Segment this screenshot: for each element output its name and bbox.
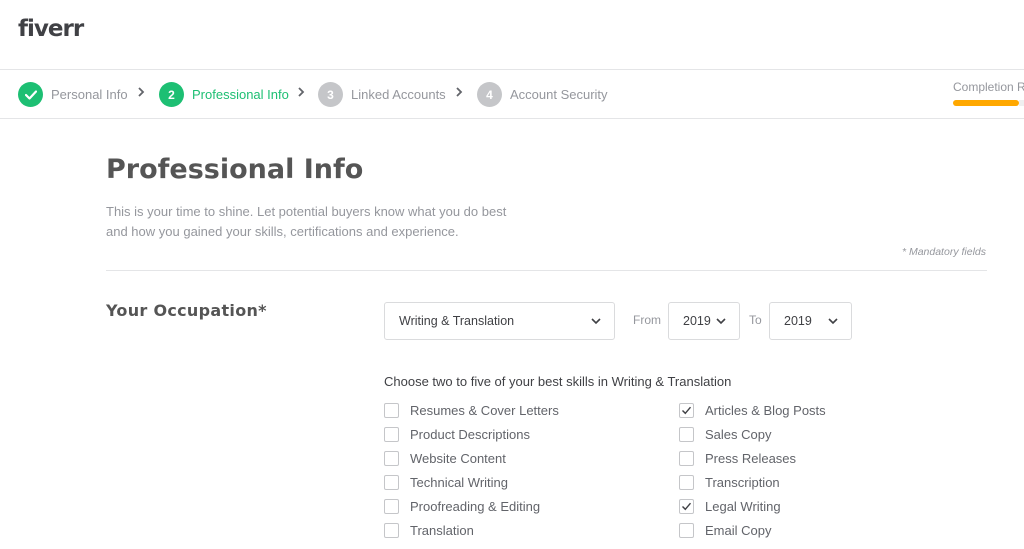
select-value: 2019	[683, 314, 711, 328]
description-line: and how you gained your skills, certific…	[106, 223, 459, 239]
skill-option[interactable]: Product Descriptions	[384, 426, 530, 442]
top-bar: fiverr	[0, 0, 1024, 70]
step-number: 3	[318, 82, 343, 107]
completion-rate-label: Completion R	[953, 80, 1024, 94]
step-label: Linked Accounts	[351, 87, 446, 102]
skill-label: Technical Writing	[410, 474, 509, 490]
step-number: 4	[477, 82, 502, 107]
skill-label: Translation	[410, 522, 474, 538]
skill-option[interactable]: Articles & Blog Posts	[679, 402, 826, 418]
skill-option[interactable]: Transcription	[679, 474, 780, 490]
skill-label: Proofreading & Editing	[410, 498, 541, 514]
skill-label: Email Copy	[705, 522, 772, 538]
progress-steps-bar: Personal Info 2 Professional Info 3 Link…	[0, 70, 1024, 119]
to-year-select[interactable]: 2019	[769, 302, 852, 340]
skills-instruction: Choose two to five of your best skills i…	[384, 374, 732, 389]
skill-checkbox[interactable]	[384, 402, 399, 418]
chevron-down-icon	[827, 315, 839, 327]
skill-label: Legal Writing	[705, 498, 781, 514]
select-value: 2019	[784, 314, 812, 328]
completion-progress-bar	[953, 100, 1024, 106]
skill-option[interactable]: Website Content	[384, 450, 506, 466]
skill-label: Press Releases	[705, 450, 797, 466]
chevron-right-icon	[137, 86, 147, 100]
from-label: From	[633, 313, 661, 327]
skill-checkbox[interactable]	[384, 522, 399, 538]
skill-checkbox[interactable]	[384, 450, 399, 466]
step-personal-info[interactable]: Personal Info	[18, 82, 128, 107]
occupation-category-select[interactable]: Writing & Translation	[384, 302, 615, 340]
skill-label: Resumes & Cover Letters	[410, 402, 559, 418]
skill-checkbox[interactable]	[384, 426, 399, 442]
skill-checkbox[interactable]	[679, 474, 694, 490]
skill-option[interactable]: Legal Writing	[679, 498, 781, 514]
description-line: This is your time to shine. Let potentia…	[106, 204, 507, 219]
skill-option[interactable]: Proofreading & Editing	[384, 498, 540, 514]
skill-checkbox[interactable]	[679, 522, 694, 538]
fiverr-logo[interactable]: fiverr	[18, 16, 84, 42]
skill-checkbox[interactable]	[384, 498, 399, 514]
skill-checkbox[interactable]	[679, 402, 694, 418]
mandatory-fields-note: * Mandatory fields	[901, 246, 986, 258]
from-year-select[interactable]: 2019	[668, 302, 740, 340]
step-label: Professional Info	[192, 87, 289, 102]
section-divider	[106, 270, 987, 271]
to-label: To	[749, 313, 762, 327]
occupation-label: Your Occupation*	[106, 301, 267, 320]
skill-checkbox[interactable]	[679, 450, 694, 466]
skill-label: Product Descriptions	[410, 426, 530, 442]
progress-track	[1019, 100, 1024, 106]
skill-option[interactable]: Technical Writing	[384, 474, 508, 490]
skill-option[interactable]: Sales Copy	[679, 426, 771, 442]
check-icon	[18, 82, 43, 107]
skill-option[interactable]: Translation	[384, 522, 474, 538]
skill-label: Articles & Blog Posts	[705, 402, 826, 418]
skill-label: Transcription	[705, 474, 780, 490]
skill-option[interactable]: Press Releases	[679, 450, 796, 466]
skill-label: Sales Copy	[705, 426, 772, 442]
step-professional-info[interactable]: 2 Professional Info	[159, 82, 289, 107]
step-label: Account Security	[510, 87, 608, 102]
chevron-right-icon	[297, 86, 307, 100]
chevron-down-icon	[590, 315, 602, 327]
page-description: This is your time to shine. Let potentia…	[106, 202, 526, 241]
skill-checkbox[interactable]	[679, 498, 694, 514]
step-number: 2	[159, 82, 184, 107]
skill-option[interactable]: Resumes & Cover Letters	[384, 402, 559, 418]
select-value: Writing & Translation	[399, 314, 515, 328]
skill-label: Website Content	[410, 450, 506, 466]
step-linked-accounts[interactable]: 3 Linked Accounts	[318, 82, 446, 107]
step-account-security[interactable]: 4 Account Security	[477, 82, 608, 107]
skill-checkbox[interactable]	[384, 474, 399, 490]
skill-option[interactable]: Email Copy	[679, 522, 771, 538]
chevron-down-icon	[715, 315, 727, 327]
progress-fill	[953, 100, 1019, 106]
chevron-right-icon	[455, 86, 465, 100]
step-label: Personal Info	[51, 87, 128, 102]
skill-checkbox[interactable]	[679, 426, 694, 442]
page-title: Professional Info	[106, 154, 364, 185]
